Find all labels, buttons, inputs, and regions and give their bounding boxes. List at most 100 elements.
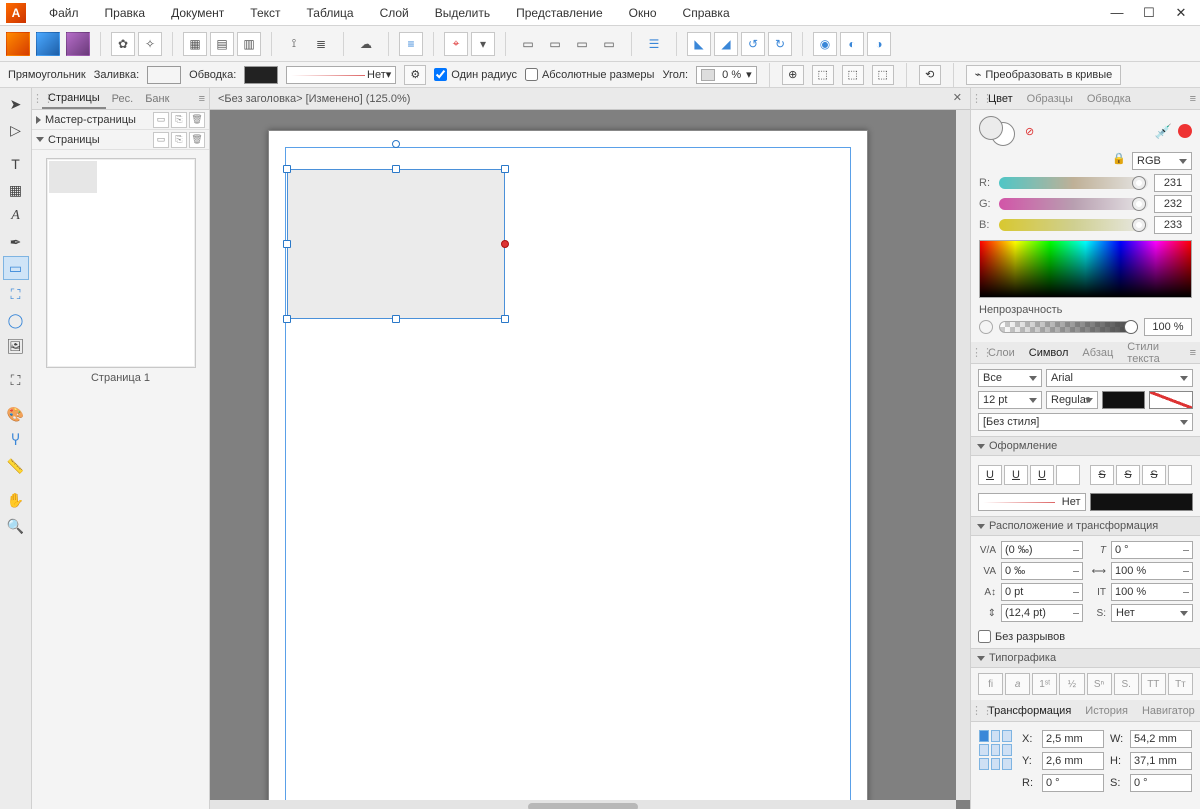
menu-file[interactable]: Файл [36,2,92,24]
tab-swatches[interactable]: Образцы [1020,90,1080,108]
font-family-dropdown[interactable]: Arial [1046,369,1193,387]
panel-menu-icon[interactable]: ≡ [1186,93,1200,105]
strike-btn[interactable]: S [1090,465,1114,485]
toolbar-btn-flip-v[interactable]: ◢ [714,32,738,56]
zoom-tool[interactable]: 🔍 [3,514,29,538]
w-input[interactable]: 54,2 mm [1130,730,1192,748]
node-tool[interactable]: ▷ [3,118,29,142]
toolbar-btn-snap[interactable]: ⌖ [444,32,468,56]
slant-input[interactable]: 0 ° [1111,541,1193,559]
pen-tool[interactable]: ✒ [3,230,29,254]
ordinal-btn[interactable]: 1ˢᵗ [1032,673,1057,695]
horizontal-scrollbar[interactable] [210,800,956,809]
toolbar-btn-align[interactable]: ☰ [642,32,666,56]
fill-tool[interactable]: 🎨 [3,402,29,426]
decoration-stroke-dropdown[interactable]: Нет [978,493,1086,511]
font-weight-dropdown[interactable]: Regular [1046,391,1098,409]
r-input[interactable]: 0 ° [1042,774,1104,792]
selected-rectangle[interactable] [287,169,505,319]
opacity-slider[interactable] [999,321,1138,333]
toolbar-btn-flip-h[interactable]: ◣ [687,32,711,56]
baseline-input[interactable]: 0 pt [1001,583,1083,601]
tab-transform[interactable]: Трансформация [981,702,1078,720]
page-del-icon[interactable]: 🗑 [189,132,205,148]
tab-pages[interactable]: Страницы [42,89,106,109]
underline-btn[interactable]: U [978,465,1002,485]
panel-menu-icon[interactable]: ≡ [1186,347,1200,359]
strike-color-btn[interactable]: S [1142,465,1166,485]
transform-mode3-btn[interactable]: ⬚ [872,65,894,85]
menu-document[interactable]: Документ [158,2,237,24]
menu-table[interactable]: Таблица [294,2,367,24]
window-close[interactable]: ✕ [1166,2,1196,24]
gear-icon[interactable]: ⚙ [404,65,426,85]
strike-none-btn[interactable] [1168,465,1192,485]
document-tab[interactable]: <Без заголовка> [Изменено] (125.0%) ✕ [210,88,970,110]
toolbar-btn-order4[interactable]: ▭ [597,32,621,56]
toolbar-btn-preview[interactable]: ☁ [354,32,378,56]
transform-origin-btn[interactable]: ⊕ [782,65,804,85]
menu-edit[interactable]: Правка [92,2,159,24]
opacity-well[interactable] [979,320,993,334]
page-add-icon[interactable]: ▭ [153,132,169,148]
toolbar-btn-pin[interactable]: ⟟ [282,32,306,56]
font-size-dropdown[interactable]: 12 pt [978,391,1042,409]
stroke-style-dropdown[interactable]: Нет ▾ [286,66,396,84]
decoration-color-swatch[interactable] [1090,493,1194,511]
tab-layers[interactable]: Слои [981,344,1022,362]
persona-publisher-icon[interactable] [6,32,30,56]
double-underline-btn[interactable]: U̲ [1004,465,1028,485]
transform-mode2-btn[interactable]: ⬚ [842,65,864,85]
color-picker-tool[interactable]: 📏 [3,454,29,478]
convert-to-curves-button[interactable]: ⌁ Преобразовать в кривые [966,65,1122,85]
g-value[interactable]: 232 [1154,195,1192,213]
move-tool[interactable]: ➤ [3,92,29,116]
vertical-scrollbar[interactable] [956,110,970,800]
corner-radius-handle[interactable] [501,240,509,248]
menu-view[interactable]: Представление [503,2,616,24]
underline-none-btn[interactable] [1056,465,1080,485]
tab-stock[interactable]: Банк [139,90,175,108]
table-tool[interactable]: A [3,204,29,228]
g-slider[interactable] [999,198,1148,210]
angle-input[interactable]: 0 % ▾ [696,66,757,84]
toolbar-btn-baseline[interactable]: ≡ [399,32,423,56]
x-input[interactable]: 2,5 mm [1042,730,1104,748]
toolbar-btn-rotate-ccw[interactable]: ↺ [741,32,765,56]
hand-tool[interactable]: ✋ [3,488,29,512]
resize-handle[interactable] [501,165,509,173]
r-value[interactable]: 231 [1154,174,1192,192]
toolbar-btn-rotate-cw[interactable]: ↻ [768,32,792,56]
ellipse-tool[interactable]: ◯ [3,308,29,332]
toolbar-btn-shape1[interactable]: ✿ [111,32,135,56]
allcaps-btn[interactable]: TT [1141,673,1166,695]
text-style-dropdown[interactable]: [Без стиля] [978,413,1193,431]
window-maximize[interactable]: ☐ [1134,2,1164,24]
hscale-input[interactable]: 100 % [1111,562,1193,580]
page-canvas[interactable] [268,130,868,809]
master-pages-row[interactable]: Мастер-страницы ▭ ⎘ 🗑 [32,110,209,130]
master-dup-icon[interactable]: ⎘ [171,112,187,128]
position-header[interactable]: Расположение и трансформация [971,516,1200,536]
y-input[interactable]: 2,6 mm [1042,752,1104,770]
resize-handle[interactable] [283,165,291,173]
toolbar-btn-snap-dropdown[interactable]: ▾ [471,32,495,56]
toolbar-btn-bool3[interactable]: ◑ [867,32,891,56]
pages-row[interactable]: Страницы ▭ ⎘ 🗑 [32,130,209,150]
lock-icon[interactable]: 🔒 [1112,152,1126,170]
color-wells[interactable] [979,116,1019,146]
single-radius-checkbox[interactable]: Один радиус [434,68,517,81]
picture-frame-tool[interactable]: ⛶ [3,282,29,306]
transform-mode1-btn[interactable]: ⬚ [812,65,834,85]
smallcaps-btn[interactable]: S. [1114,673,1139,695]
toolbar-btn-arrange3[interactable]: ▥ [237,32,261,56]
none-color-icon[interactable]: ⊘ [1025,125,1034,138]
b-value[interactable]: 233 [1154,216,1192,234]
toolbar-btn-arrange1[interactable]: ▦ [183,32,207,56]
resize-handle[interactable] [283,315,291,323]
tab-history[interactable]: История [1078,702,1135,720]
fraction-btn[interactable]: ½ [1059,673,1084,695]
toolbar-btn-order1[interactable]: ▭ [516,32,540,56]
close-tab-icon[interactable]: ✕ [953,91,962,104]
tab-paragraph[interactable]: Абзац [1075,344,1120,362]
